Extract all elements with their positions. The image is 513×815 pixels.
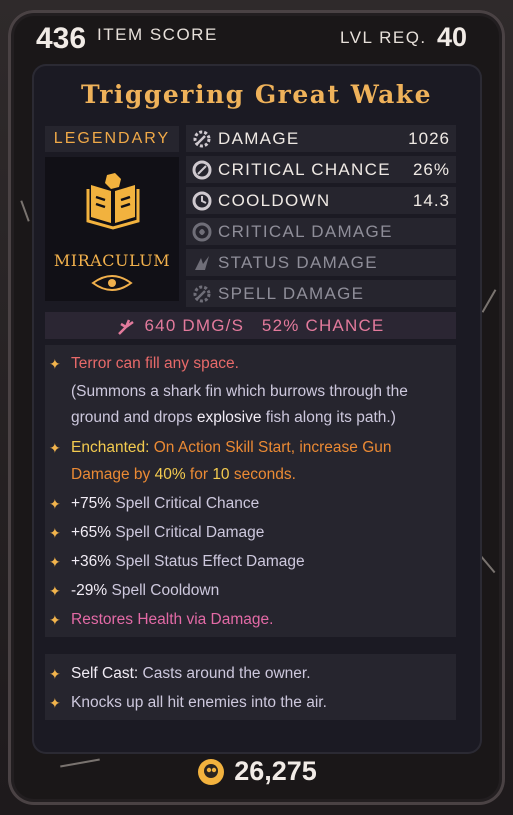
card-header: 436 ITEM SCORE LVL REQ. 40: [0, 0, 513, 72]
bullet-star-icon: ✦: [49, 695, 61, 711]
dps-value: 640 DMG/S: [144, 316, 245, 335]
stat-row-critical-chance: CRITICAL CHANCE 26%: [186, 156, 456, 183]
stat-name: SPELL DAMAGE: [218, 284, 365, 303]
proc-chance: 52% CHANCE: [261, 316, 385, 335]
skull-burst-icon: [117, 319, 134, 335]
crit-damage-icon: [192, 222, 212, 242]
dps-bar: 640 DMG/S 52% CHANCE: [45, 312, 456, 339]
stat-row-cooldown: COOLDOWN 14.3: [186, 187, 456, 214]
stat-value: 1026: [408, 129, 450, 148]
price-value: 26,275: [234, 756, 317, 786]
spell-damage-icon: [193, 285, 211, 303]
bullet-star-icon: ✦: [49, 440, 61, 456]
bullet-star-icon: ✦: [49, 583, 61, 599]
stat-row-spell-damage: SPELL DAMAGE: [186, 280, 456, 307]
bullet-star-icon: ✦: [49, 612, 61, 628]
item-properties: ✦ Terror can fill any space. (Summons a s…: [45, 345, 456, 637]
bullet-star-icon: ✦: [49, 666, 61, 682]
bullet-star-icon: ✦: [49, 525, 61, 541]
stat-name: STATUS DAMAGE: [218, 253, 378, 272]
sell-price: 26,275: [0, 756, 513, 787]
rarity-badge: LEGENDARY: [45, 126, 179, 152]
level-requirement-value: 40: [437, 22, 468, 52]
bullet-star-icon: ✦: [49, 356, 61, 372]
gold-coin-icon: [198, 758, 225, 785]
manufacturer-name: MIRACULUM: [53, 251, 171, 270]
bullet-star-icon: ✦: [49, 496, 61, 512]
item-score-value: 436: [36, 22, 87, 55]
stat-row-critical-damage: CRITICAL DAMAGE: [186, 218, 456, 245]
stat-name: COOLDOWN: [218, 191, 331, 210]
bullet-star-icon: ✦: [49, 554, 61, 570]
item-icon-box: MIRACULUM: [45, 157, 179, 301]
spellbook-icon: [86, 173, 140, 230]
item-name: Triggering Great Wake: [80, 80, 433, 109]
stat-name: DAMAGE: [218, 129, 300, 148]
item-card: 436 ITEM SCORE LVL REQ. 40 Triggering Gr…: [0, 0, 513, 815]
damage-gear-icon: [193, 130, 211, 148]
stat-value: 26%: [412, 160, 450, 179]
item-score-label: ITEM SCORE: [97, 25, 218, 44]
stat-value: 14.3: [412, 191, 450, 210]
crit-chance-icon: [192, 160, 212, 180]
level-requirement-label: LVL REQ.: [340, 28, 427, 47]
item-abilities: ✦ Self Cast: Casts around the owner. ✦ Kno…: [45, 654, 456, 720]
stat-name: CRITICAL DAMAGE: [218, 222, 393, 241]
stat-row-damage: DAMAGE 1026: [186, 125, 456, 152]
cooldown-icon: [192, 191, 212, 211]
stat-row-status-damage: STATUS DAMAGE: [186, 249, 456, 276]
stat-name: CRITICAL CHANCE: [218, 160, 391, 179]
status-damage-icon: [195, 256, 209, 270]
eye-icon: [91, 275, 133, 291]
